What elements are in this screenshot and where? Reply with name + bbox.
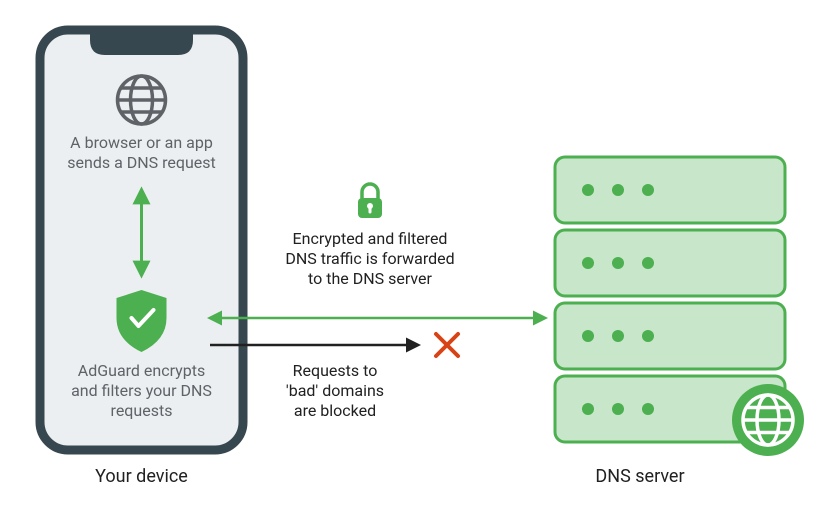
- browser-text-line2: sends a DNS request: [67, 153, 216, 172]
- device-caption: Your device: [95, 466, 188, 487]
- adguard-text-line1: AdGuard encrypts: [78, 361, 205, 380]
- encrypted-text-line3: to the DNS server: [308, 269, 432, 288]
- lock-icon: [358, 184, 382, 218]
- blocked-text-line3: are blocked: [294, 401, 376, 420]
- adguard-text-line2: and filters your DNS: [71, 381, 212, 400]
- server-globe-icon: [732, 384, 804, 456]
- phone-device: A browser or an app sends a DNS request …: [40, 30, 243, 450]
- dns-filtering-diagram: A browser or an app sends a DNS request …: [0, 0, 838, 523]
- encrypted-text-line2: DNS traffic is forwarded: [285, 249, 454, 268]
- blocked-text-line1: Requests to: [293, 361, 378, 380]
- server-caption: DNS server: [595, 466, 684, 487]
- adguard-text-line3: requests: [111, 401, 173, 420]
- server-unit: [555, 157, 785, 223]
- encrypted-text-line1: Encrypted and filtered: [293, 229, 448, 248]
- dns-server: [555, 157, 804, 456]
- browser-text-line1: A browser or an app: [70, 133, 213, 152]
- server-unit: [555, 303, 785, 369]
- blocked-x-icon: [436, 334, 458, 356]
- blocked-text-line2: 'bad' domains: [286, 381, 384, 400]
- server-unit: [555, 230, 785, 296]
